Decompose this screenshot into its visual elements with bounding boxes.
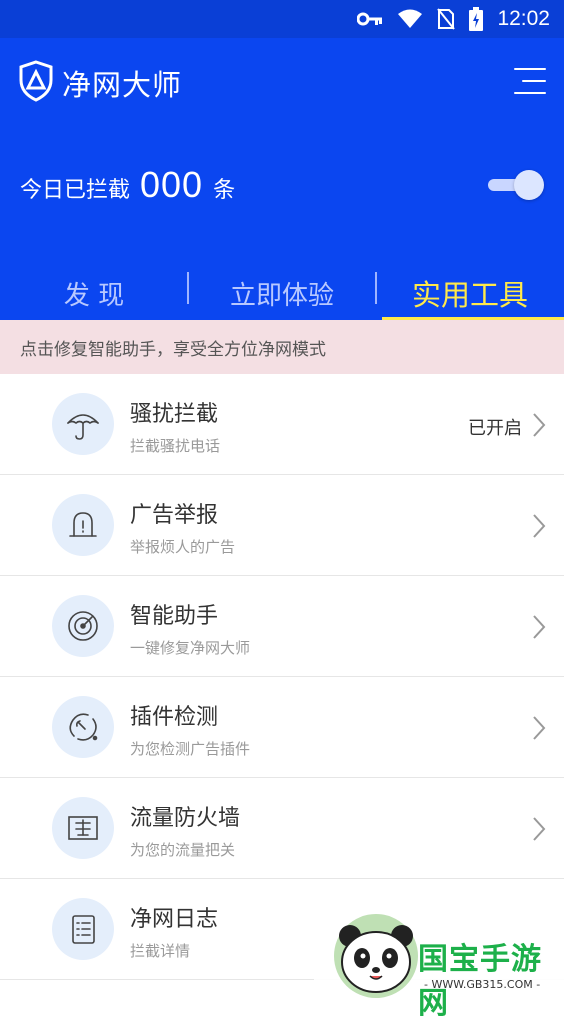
menu-icon-line: [514, 68, 546, 70]
vpn-key-icon: [357, 12, 383, 26]
firewall-icon: [52, 797, 114, 859]
umbrella-icon: [52, 393, 114, 455]
counter-suffix: 条: [213, 178, 236, 203]
battery-charging-icon: [469, 7, 484, 31]
tab-tools[interactable]: 实用工具: [376, 266, 564, 320]
chevron-right-icon: [532, 816, 546, 846]
block-counter: 今日已拦截 000 条: [20, 164, 235, 206]
tab-try-now[interactable]: 立即体验: [188, 266, 376, 320]
status-time: 12:02: [497, 7, 550, 30]
menu-icon-line: [522, 80, 546, 82]
site-watermark: 国宝手游网 - WWW.GB315.COM -: [314, 908, 564, 1021]
item-title: 广告举报: [130, 503, 219, 528]
item-title: 流量防火墙: [130, 806, 241, 831]
wifi-icon: [397, 9, 423, 29]
item-title: 净网日志: [130, 907, 219, 932]
app-logo: 净网大师: [18, 60, 182, 106]
list-item-traffic-firewall[interactable]: 流量防火墙 为您的流量把关: [0, 778, 564, 879]
item-title: 骚扰拦截: [130, 402, 219, 427]
toggle-knob: [514, 170, 544, 200]
item-subtitle: 举报烦人的广告: [130, 538, 236, 556]
item-subtitle: 为您的流量把关: [130, 841, 236, 859]
alarm-icon: [52, 494, 114, 556]
menu-button[interactable]: [512, 68, 546, 96]
list-item-ad-report[interactable]: 广告举报 举报烦人的广告: [0, 475, 564, 576]
counter-prefix: 今日已拦截: [20, 178, 131, 203]
list-item-harassment-block[interactable]: 骚扰拦截 拦截骚扰电话 已开启: [0, 374, 564, 475]
counter-value: 000: [140, 164, 204, 205]
watermark-url: - WWW.GB315.COM -: [424, 978, 541, 991]
menu-icon-line: [514, 92, 546, 94]
log-icon: [52, 898, 114, 960]
repair-notice-banner[interactable]: 点击修复智能助手，享受全方位净网模式: [0, 320, 564, 374]
item-subtitle: 一键修复净网大师: [130, 639, 251, 657]
item-status: 已开启: [468, 418, 522, 439]
tab-divider: [375, 272, 377, 304]
item-title: 插件检测: [130, 705, 219, 730]
header: 净网大师 今日已拦截 000 条 发 现 立即体验 实用工具: [0, 38, 564, 320]
status-bar: 12:02: [0, 0, 564, 38]
tab-divider: [187, 272, 189, 304]
item-subtitle: 拦截骚扰电话: [130, 437, 221, 455]
list-item-smart-assistant[interactable]: 智能助手 一键修复净网大师: [0, 576, 564, 677]
item-subtitle: 为您检测广告插件: [130, 740, 251, 758]
item-subtitle: 拦截详情: [130, 942, 191, 960]
shield-logo-icon: [18, 60, 54, 106]
tool-list: 骚扰拦截 拦截骚扰电话 已开启 广告举报 举报烦人的广告 智能助手 一键修复净网…: [0, 374, 564, 980]
tab-discover[interactable]: 发 现: [0, 266, 188, 320]
chevron-right-icon: [532, 513, 546, 543]
chevron-right-icon: [532, 412, 546, 442]
chevron-right-icon: [532, 614, 546, 644]
app-title: 净网大师: [62, 68, 183, 102]
tab-bar: 发 现 立即体验 实用工具: [0, 266, 564, 320]
plugin-wrench-icon: [52, 696, 114, 758]
item-title: 智能助手: [130, 604, 219, 629]
chevron-right-icon: [532, 715, 546, 745]
list-item-plugin-detect[interactable]: 插件检测 为您检测广告插件: [0, 677, 564, 778]
radar-icon: [52, 595, 114, 657]
no-sim-icon: [437, 8, 456, 30]
protection-toggle[interactable]: [484, 170, 544, 200]
